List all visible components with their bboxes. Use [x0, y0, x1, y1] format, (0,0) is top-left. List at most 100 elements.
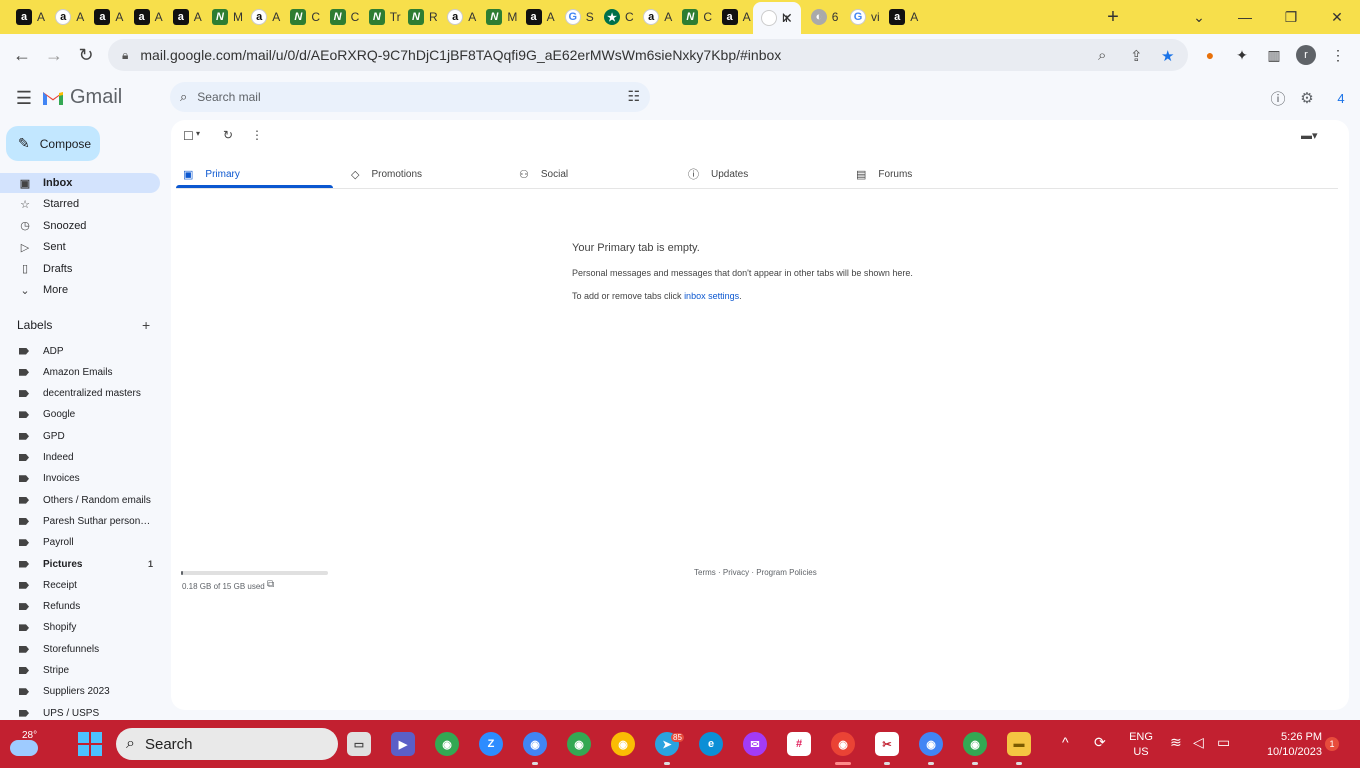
close-tab-icon[interactable]: ✕ — [781, 10, 793, 27]
minimize-icon[interactable]: — — [1222, 4, 1268, 30]
browser-tab[interactable]: ◐ 6 — [803, 4, 843, 30]
inbox-settings-link[interactable]: inbox settings — [684, 291, 739, 301]
browser-tab[interactable]: aA — [126, 4, 166, 30]
browser-tab[interactable]: aA — [86, 4, 126, 30]
task-view-icon[interactable]: ▭ — [347, 732, 371, 756]
browser-tab[interactable]: NM — [204, 4, 244, 30]
search-input[interactable]: Search mail — [197, 90, 260, 104]
browser-tab[interactable]: N Tr — [361, 4, 401, 30]
chrome-profile-icon[interactable]: ◉ — [567, 732, 591, 756]
bookmark-star-icon[interactable]: ★ — [1161, 47, 1174, 65]
search-options-icon[interactable]: ☷ — [627, 88, 640, 105]
browser-tab[interactable]: GS — [557, 4, 597, 30]
chrome-profile-icon[interactable]: ◉ — [611, 732, 635, 756]
label-item[interactable]: GPD — [0, 427, 160, 445]
label-item[interactable]: Indeed — [0, 449, 160, 467]
close-window-icon[interactable]: ✕ — [1314, 4, 1360, 30]
reload-icon[interactable]: ↻ — [73, 42, 99, 68]
nav-item-inbox[interactable]: ▣ Inbox — [0, 173, 160, 193]
side-panel-icon[interactable]: ▥ — [1264, 45, 1284, 65]
browser-tab[interactable]: aA — [165, 4, 205, 30]
program-policies-link[interactable]: Program Policies — [756, 568, 816, 577]
label-item[interactable]: Pictures 1 — [0, 555, 160, 573]
chrome-active-icon[interactable]: ◉ — [831, 732, 855, 756]
forward-icon[interactable]: → — [41, 42, 67, 68]
browser-tab[interactable]: aA — [243, 4, 283, 30]
browser-tab[interactable]: aA — [439, 4, 479, 30]
search-bar[interactable]: ⌕ Search mail ☷ — [170, 82, 650, 112]
input-tools-icon[interactable]: ▬▾ — [1301, 129, 1318, 142]
tab-promotions[interactable]: ◇ Promotions — [351, 160, 422, 188]
profile-avatar[interactable]: r — [1296, 45, 1316, 65]
wifi-icon[interactable]: ≋ — [1170, 734, 1182, 751]
refresh-icon[interactable]: ↻ — [223, 128, 233, 142]
browser-tab[interactable]: Gvi — [842, 4, 882, 30]
puzzle-icon[interactable]: ✦ — [1232, 45, 1252, 65]
nav-item-snoozed[interactable]: ◷ Snoozed — [0, 216, 160, 236]
battery-icon[interactable]: ▭ — [1217, 734, 1230, 751]
browser-menu-icon[interactable]: ⋮ — [1328, 45, 1348, 65]
address-bar[interactable]: 🔒︎ mail.google.com/mail/u/0/d/AEoRXRQ-9C… — [108, 39, 1188, 71]
chrome-profile-icon[interactable]: ◉ — [963, 732, 987, 756]
language-indicator[interactable]: ENG US — [1126, 730, 1156, 760]
browser-tab[interactable]: aA — [518, 4, 558, 30]
new-tab-button[interactable]: + — [1090, 4, 1136, 30]
account-badge[interactable]: 4 — [1331, 88, 1351, 108]
notification-badge[interactable]: 1 — [1325, 737, 1339, 751]
add-label-icon[interactable]: + — [142, 317, 150, 333]
meet-icon[interactable]: ▶ — [391, 732, 415, 756]
label-item[interactable]: Refunds — [0, 598, 160, 616]
search-icon[interactable]: ⌕ — [180, 89, 187, 105]
browser-tab[interactable]: aA — [47, 4, 87, 30]
open-storage-icon[interactable]: ⧉ — [267, 579, 274, 590]
chrome-profile-icon[interactable]: ◉ — [523, 732, 547, 756]
label-item[interactable]: Invoices — [0, 470, 160, 488]
zoom-icon[interactable]: ⌕ — [1098, 47, 1106, 64]
extension-orange-icon[interactable]: ● — [1200, 45, 1220, 65]
back-icon[interactable]: ← — [9, 42, 35, 68]
label-item[interactable]: Storefunnels — [0, 640, 160, 658]
messenger-icon[interactable]: ✉ — [743, 732, 767, 756]
privacy-link[interactable]: Privacy — [723, 568, 749, 577]
weather-widget[interactable]: 28° — [8, 728, 42, 760]
tab-social[interactable]: ⚇ Social — [519, 160, 568, 188]
terms-link[interactable]: Terms — [694, 568, 716, 577]
clock[interactable]: 5:26 PM 10/10/2023 — [1246, 730, 1322, 760]
nav-item-starred[interactable]: ☆ Starred — [0, 194, 160, 214]
browser-tab[interactable]: aA — [714, 4, 754, 30]
slack-icon[interactable]: # — [787, 732, 811, 756]
main-menu-icon[interactable]: ☰ — [12, 86, 36, 110]
label-item[interactable]: Stripe — [0, 662, 160, 680]
compose-button[interactable]: ✎ Compose — [6, 126, 100, 161]
browser-tab[interactable]: aA — [635, 4, 675, 30]
browser-tab[interactable]: ★ C — [596, 4, 636, 30]
share-icon[interactable]: ⇪ — [1130, 47, 1143, 65]
label-item[interactable]: decentralized masters — [0, 385, 160, 403]
chrome-icon[interactable]: ◉ — [435, 732, 459, 756]
zoom-app-icon[interactable]: Z — [479, 732, 503, 756]
browser-tab[interactable]: NC — [282, 4, 322, 30]
tab-updates[interactable]: ⓘ Updates — [688, 160, 748, 188]
browser-tab[interactable]: NC — [674, 4, 714, 30]
nav-item-sent[interactable]: ▷ Sent — [0, 237, 160, 257]
tray-overflow-icon[interactable]: ^ — [1062, 734, 1069, 750]
select-checkbox[interactable]: ☐ — [183, 129, 194, 143]
label-item[interactable]: ADP — [0, 342, 160, 360]
label-item[interactable]: Others / Random emails — [0, 491, 160, 509]
settings-gear-icon[interactable]: ⚙ — [1297, 88, 1317, 108]
chrome-profile-icon[interactable]: ◉ — [919, 732, 943, 756]
label-item[interactable]: Receipt — [0, 576, 160, 594]
tab-search-icon[interactable]: ⌄ — [1176, 4, 1222, 30]
gmail-logo[interactable]: Gmail — [42, 86, 122, 109]
nav-item-more[interactable]: ⌄ More — [0, 280, 160, 300]
browser-tab[interactable]: Ir ✕ — [752, 2, 801, 34]
select-dropdown-icon[interactable]: ▾ — [196, 129, 200, 138]
browser-tab[interactable]: NC — [322, 4, 362, 30]
label-item[interactable]: Payroll — [0, 534, 160, 552]
taskbar-search[interactable]: ⌕ Search — [116, 728, 338, 760]
start-button[interactable] — [78, 732, 102, 756]
more-actions-icon[interactable]: ⋮ — [251, 128, 263, 142]
browser-tab[interactable]: aA — [881, 4, 921, 30]
label-item[interactable]: Shopify — [0, 619, 160, 637]
browser-tab[interactable]: NR — [400, 4, 440, 30]
